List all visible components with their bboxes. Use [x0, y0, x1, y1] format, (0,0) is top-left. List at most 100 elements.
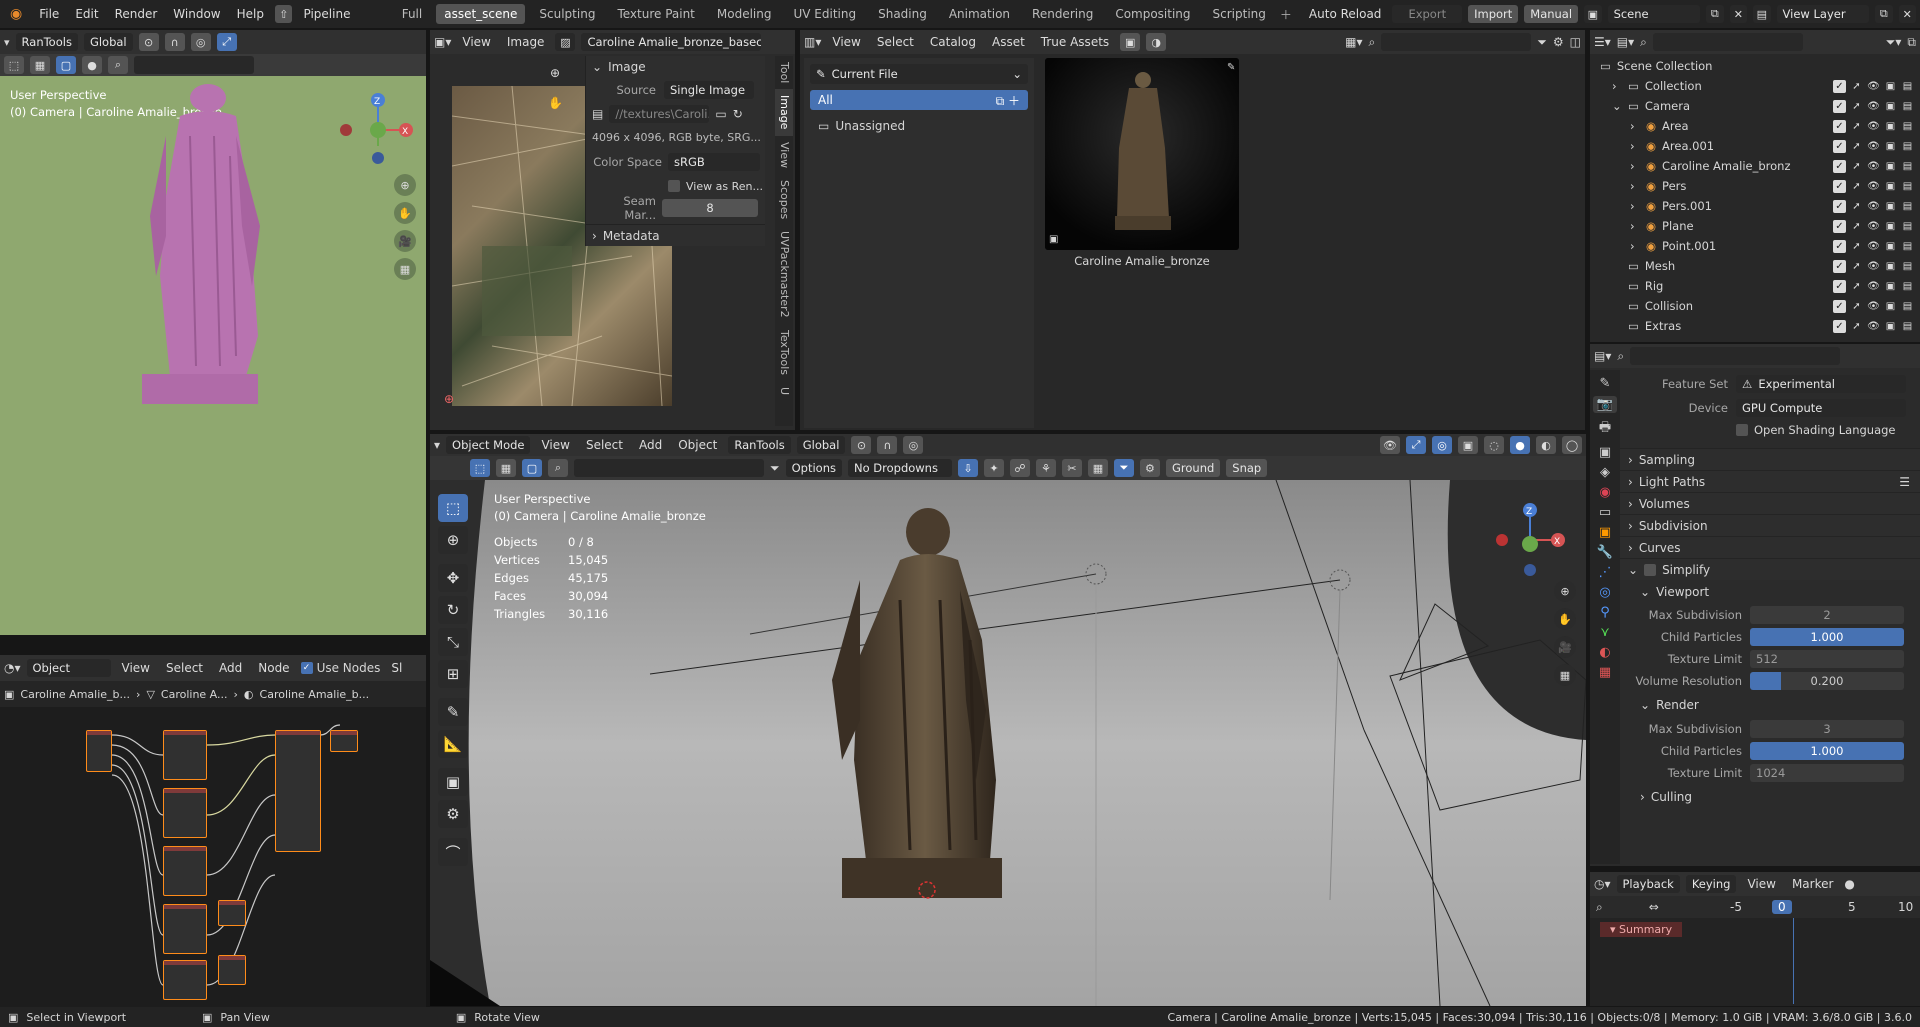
image-name-field[interactable]: Caroline Amalie_bronze_basecolor.jp: [581, 33, 762, 51]
zoom-icon[interactable]: ⊕: [394, 174, 416, 196]
asset-editor-type-icon[interactable]: ▥▾: [804, 35, 821, 49]
node-image-texture-2[interactable]: [163, 788, 207, 838]
add-workspace-icon[interactable]: ＋: [1280, 6, 1292, 23]
solid-shading-icon[interactable]: ●: [1510, 436, 1530, 454]
record-icon[interactable]: ●: [1844, 877, 1854, 891]
scene-tab-icon[interactable]: ◈: [1600, 465, 1610, 480]
outliner-item[interactable]: ▭ Rig ✓ ➚ 👁 ▣ ▤: [1590, 276, 1920, 296]
physics-tab-icon[interactable]: ◎: [1599, 585, 1610, 600]
tab-sculpting[interactable]: Sculpting: [531, 4, 603, 24]
new-scene-icon[interactable]: ⧉: [1706, 5, 1724, 23]
modifier-tab-icon[interactable]: 🔧: [1597, 545, 1613, 560]
outliner-display-icon[interactable]: ▤▾: [1617, 35, 1634, 49]
main-orientation-dropdown[interactable]: Global: [796, 436, 846, 454]
image-zoom-icon[interactable]: ⊕: [550, 66, 560, 80]
measure-tool-icon[interactable]: 📐: [438, 730, 468, 758]
node-texcoord[interactable]: [86, 730, 112, 772]
playhead[interactable]: [1793, 918, 1794, 1004]
outliner-item[interactable]: › ◉ Area.001 ✓ ➚ 👁 ▣ ▤: [1590, 136, 1920, 156]
nav-gizmo[interactable]: Z X: [338, 86, 428, 169]
gizmo-icon[interactable]: ⤢: [216, 33, 237, 51]
main-proportional-icon[interactable]: ◎: [903, 436, 924, 454]
tab-rendering[interactable]: Rendering: [1024, 4, 1101, 24]
outliner-item[interactable]: › ◉ Area ✓ ➚ 👁 ▣ ▤: [1590, 116, 1920, 136]
mode-dropdown[interactable]: Object Mode: [446, 436, 531, 454]
asset-thumbnail[interactable]: ✎ ▣: [1045, 58, 1239, 250]
asset-edit-icon[interactable]: ✎: [1227, 62, 1235, 73]
section-simplify[interactable]: ⌄ Simplify: [1620, 558, 1920, 580]
download-icon[interactable]: ⇩: [957, 459, 978, 477]
shading-icon[interactable]: ●: [82, 56, 102, 74]
main-grid-view-icon[interactable]: ▦: [1554, 664, 1576, 686]
rendered-shading-icon[interactable]: ◯: [1562, 436, 1582, 454]
tool-icon-b[interactable]: ☍: [1009, 459, 1030, 477]
use-nodes-checkbox[interactable]: ✓ Use Nodes: [300, 661, 380, 675]
node-menu-node[interactable]: Node: [253, 661, 294, 675]
options-dropdown[interactable]: Options: [785, 459, 842, 477]
texture-tab-icon[interactable]: ▦: [1599, 665, 1611, 680]
tool-icon-e[interactable]: ▦: [1087, 459, 1108, 477]
blender-logo-icon[interactable]: ◉: [10, 6, 22, 22]
orientation-dropdown[interactable]: Global: [83, 33, 133, 51]
catalog-unassigned[interactable]: ▭ Unassigned: [810, 116, 1028, 136]
keying-dropdown[interactable]: Keying: [1685, 875, 1737, 893]
view-as-render-checkbox[interactable]: [668, 180, 680, 192]
outliner-search-icon[interactable]: ⌕: [1640, 35, 1647, 50]
path-field[interactable]: //textures\Caroli...: [609, 105, 710, 123]
tab-compositing[interactable]: Compositing: [1107, 4, 1198, 24]
section-subdivision[interactable]: › Subdivision: [1620, 514, 1920, 536]
outliner-type-icon[interactable]: ☰▾: [1594, 35, 1611, 49]
tab-full[interactable]: Full: [394, 4, 431, 24]
tool-icon-a[interactable]: ✦: [983, 459, 1004, 477]
node-material-output[interactable]: [330, 730, 358, 752]
main-camera-view-icon[interactable]: 🎥: [1554, 636, 1576, 658]
section-light-paths[interactable]: › Light Paths ☰: [1620, 470, 1920, 492]
main-gizmo-icon[interactable]: ⤢: [1406, 436, 1426, 454]
outliner-filter-icon[interactable]: ⏷▾: [1886, 35, 1902, 50]
subsection-culling[interactable]: › Culling: [1620, 784, 1920, 810]
outliner-item[interactable]: ▭ Mesh ✓ ➚ 👁 ▣ ▤: [1590, 256, 1920, 276]
outliner-item[interactable]: › ◉ Pers.001 ✓ ➚ 👁 ▣ ▤: [1590, 196, 1920, 216]
expand-arrow-icon[interactable]: ›: [1630, 199, 1640, 213]
playback-dropdown[interactable]: Playback: [1616, 875, 1680, 893]
particles-tab-icon[interactable]: ⋰: [1599, 565, 1612, 580]
outliner-item[interactable]: ▭ Collision ✓ ➚ 👁 ▣ ▤: [1590, 296, 1920, 316]
menu-pipeline[interactable]: Pipeline: [298, 7, 355, 21]
expand-chevron-icon[interactable]: ›: [592, 229, 597, 243]
filter-icon[interactable]: ⏷: [1537, 35, 1547, 50]
rotate-tool-icon[interactable]: ↻: [438, 596, 468, 624]
funnel-icon[interactable]: ⏷: [1113, 459, 1134, 477]
properties-type-icon[interactable]: ▤▾: [1594, 349, 1611, 363]
properties-search-input[interactable]: [1630, 347, 1841, 365]
metadata-section[interactable]: Metadata: [603, 229, 660, 243]
annotate-tool-icon[interactable]: ✎: [438, 698, 468, 726]
node-menu-add[interactable]: Add: [214, 661, 247, 675]
grid-view-icon[interactable]: ▦: [394, 258, 416, 280]
expand-arrow-icon[interactable]: ›: [1612, 79, 1622, 93]
color-space-dropdown[interactable]: sRGB: [668, 153, 760, 171]
view-layer-icon[interactable]: ▤: [1753, 5, 1771, 23]
menu-render[interactable]: Render: [110, 7, 163, 21]
expand-arrow-icon[interactable]: ›: [1630, 119, 1640, 133]
node-principled-bsdf[interactable]: [275, 730, 321, 852]
reload-icon[interactable]: ↻: [733, 107, 743, 121]
select-box-icon[interactable]: ⬚: [4, 56, 24, 74]
outliner-toggles[interactable]: ✓ ➚ 👁 ▣ ▤: [1833, 259, 1914, 273]
snap-icon[interactable]: ∩: [164, 33, 185, 51]
timeline-type-icon[interactable]: ◷▾: [1594, 877, 1611, 891]
outliner-toggles[interactable]: ✓ ➚ 👁 ▣ ▤: [1833, 239, 1914, 253]
pan-hand-icon[interactable]: ✋: [394, 202, 416, 224]
expand-arrow-icon[interactable]: ›: [1630, 179, 1640, 193]
image-browse-icon[interactable]: ▨: [555, 33, 576, 51]
node-menu-view[interactable]: View: [117, 661, 155, 675]
outliner-new-collection-icon[interactable]: ⧉: [1907, 35, 1916, 50]
outliner-item[interactable]: › ◉ Plane ✓ ➚ 👁 ▣ ▤: [1590, 216, 1920, 236]
side-tab-uvpackmaster[interactable]: UVPackmaster2: [775, 225, 793, 324]
true-assets-menu[interactable]: True Assets: [1036, 35, 1114, 49]
node-image-texture-5[interactable]: [163, 960, 207, 1000]
scene-icon[interactable]: ▣: [1584, 5, 1602, 23]
constraints-tab-icon[interactable]: ⚲: [1600, 605, 1610, 620]
outliner-toggles[interactable]: ✓ ➚ 👁 ▣ ▤: [1833, 139, 1914, 153]
image-editor[interactable]: ▣▾ View Image ▨ Caroline Amalie_bronze_b…: [430, 30, 795, 430]
properties-search-icon[interactable]: ⌕: [1617, 349, 1624, 364]
